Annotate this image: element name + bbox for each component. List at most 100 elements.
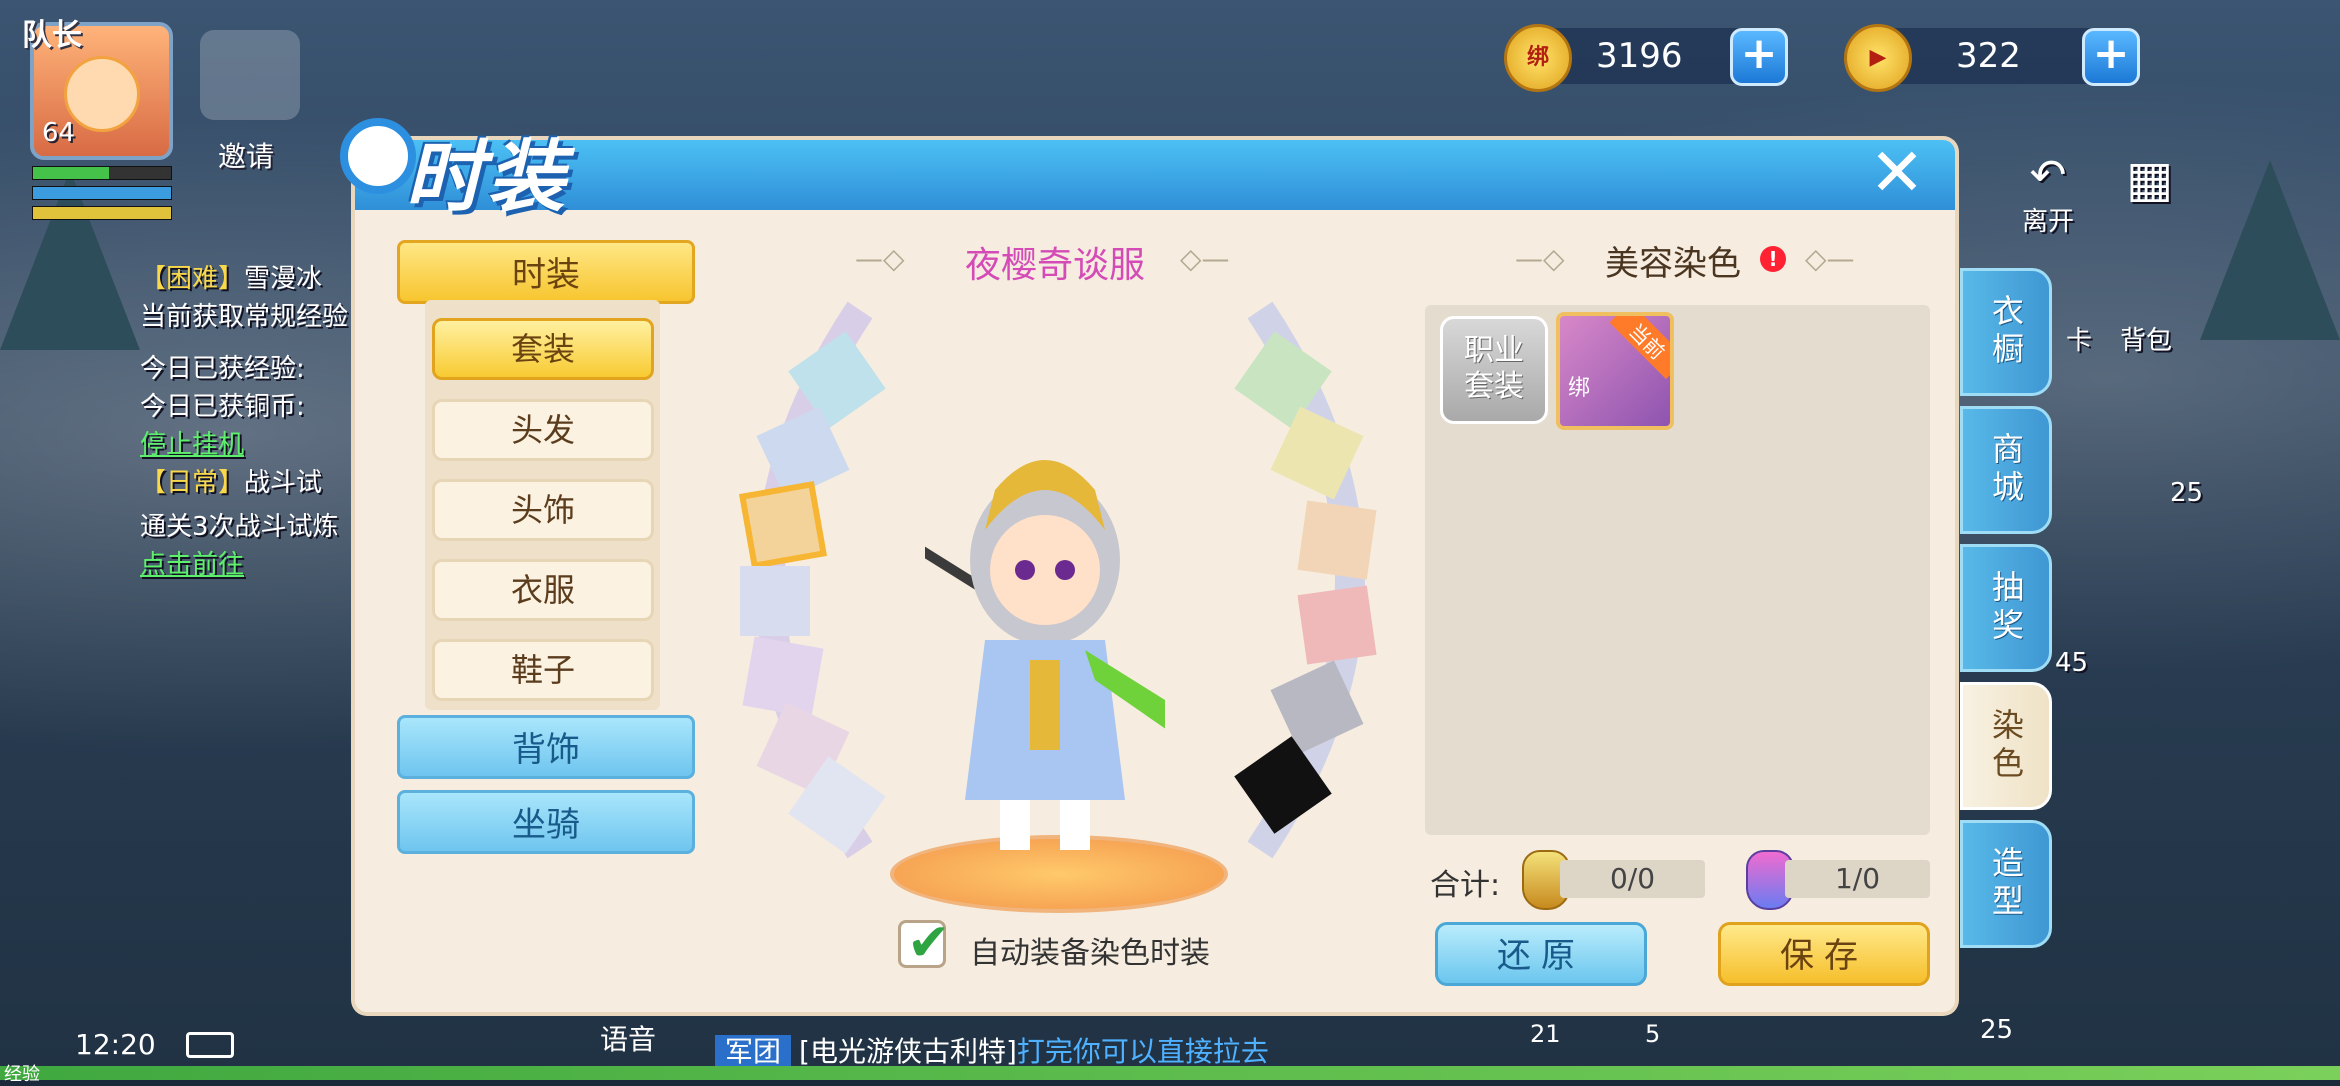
total-label: 合计: [1430, 868, 1501, 903]
bound-tag: 绑 [1568, 376, 1591, 401]
quest-name: 战斗试 [244, 468, 323, 498]
tab-label: 商城 [1987, 432, 2025, 508]
avatar-face [64, 56, 140, 132]
subitem-headwear[interactable]: 头饰 [432, 479, 654, 541]
mp-bar [32, 186, 172, 200]
quest-tag: 【困难】 [140, 264, 245, 294]
title-ornament-left: —◇ [855, 242, 905, 275]
alert-icon: ! [1760, 246, 1786, 272]
leave-button[interactable]: ↶ 离开 [2022, 150, 2074, 238]
subitem-hair[interactable]: 头发 [432, 399, 654, 461]
add-diamond-button[interactable]: + [2082, 28, 2140, 86]
category-back-accessory[interactable]: 背饰 [397, 715, 695, 779]
right-color-ring [1234, 301, 1377, 859]
class-suit-slot[interactable]: 职业 套装 [1440, 316, 1548, 424]
tab-label: 染色 [1987, 708, 2025, 784]
quest-line: 通关3次战斗试炼 [140, 512, 339, 542]
add-bound-button[interactable]: + [1730, 28, 1788, 86]
battery-icon [186, 1032, 234, 1058]
exp-label: 经验 [4, 1064, 40, 1085]
dye-title: 美容染色 [1605, 244, 1741, 284]
diamond-currency: ▶ 322 + [1844, 24, 2140, 92]
diamond-amount: 322 [1956, 36, 2021, 76]
undo-icon: ↶ [2029, 150, 2067, 201]
quest-line: 当前获取常规经验 [140, 302, 349, 332]
exp-bar [0, 1066, 2340, 1080]
hp-bar [32, 166, 172, 180]
auto-equip-option[interactable]: ✔ 自动装备染色时装 [898, 913, 1418, 973]
subitem-suit[interactable]: 套装 [432, 318, 654, 380]
title-ornament-right: ◇— [1180, 242, 1230, 275]
quest-tracker[interactable]: 【困难】雪漫冰 当前获取常规经验 今日已获经验: 今日已获铜币: 停止挂机 【日… [140, 260, 360, 584]
chat-text: 打完你可以直接拉去 [1016, 1035, 1269, 1068]
quest-name: 雪漫冰 [244, 264, 323, 294]
category-mount[interactable]: 坐骑 [397, 790, 695, 854]
title-ornament-right: ◇— [1805, 242, 1855, 275]
skill-count: 25 [1980, 1015, 2014, 1045]
auto-equip-checkbox[interactable]: ✔ [898, 913, 951, 973]
close-button[interactable]: ✕ [1862, 140, 1932, 210]
current-badge: 当前 [1609, 316, 1670, 380]
bag-label[interactable]: 背包 [2120, 320, 2172, 357]
goto-link[interactable]: 点击前往 [140, 546, 360, 584]
restore-button[interactable]: 还原 [1435, 922, 1647, 986]
save-button[interactable]: 保存 [1718, 922, 1930, 986]
quest-line: 今日已获铜币: [140, 392, 305, 422]
item-count: 5 [1645, 1020, 1661, 1048]
dye-count: 0/0 [1560, 860, 1705, 898]
voice-label[interactable]: 语音 [600, 1018, 656, 1058]
slot-label: 套装 [1464, 369, 1524, 404]
panel-header [355, 140, 1955, 210]
tab-label: 造型 [1987, 846, 2025, 922]
invite-label: 邀请 [218, 140, 275, 173]
check-icon: ✔ [907, 913, 951, 973]
color-swatch[interactable] [742, 636, 824, 718]
auto-equip-label: 自动装备染色时装 [970, 936, 1210, 971]
color-swatch-selected[interactable] [738, 480, 828, 570]
color-swatch[interactable] [1297, 585, 1377, 665]
tab-lottery[interactable]: 抽奖 [1960, 544, 2052, 672]
outfit-name: 夜樱奇谈服 [964, 245, 1145, 286]
title-ornament-left: —◇ [1515, 242, 1565, 275]
bound-currency: 绑 3196 + [1504, 24, 1788, 92]
chat-message[interactable]: 军团 [电光游侠古利特]打完你可以直接拉去 [715, 1030, 1269, 1070]
stop-idle-link[interactable]: 停止挂机 [140, 426, 360, 464]
tab-label: 抽奖 [1987, 570, 2025, 646]
subitem-clothes[interactable]: 衣服 [432, 559, 654, 621]
quest-tag: 【日常】 [140, 468, 245, 498]
chat-sender: [电光游侠古利特] [799, 1035, 1017, 1068]
tab-style[interactable]: 造型 [1960, 820, 2052, 948]
subitem-shoes[interactable]: 鞋子 [432, 639, 654, 701]
slot-label: 职业 [1464, 333, 1524, 368]
character-preview[interactable] [925, 420, 1165, 860]
grid-icon[interactable]: ▦ [2126, 150, 2173, 208]
tab-shop[interactable]: 商城 [1960, 406, 2052, 534]
color-swatch[interactable] [740, 566, 810, 636]
chat-channel: 军团 [715, 1035, 792, 1068]
current-outfit-slot[interactable]: 当前 绑 [1556, 312, 1674, 430]
bound-amount: 3196 [1596, 36, 1683, 76]
item-count: 21 [1530, 1020, 1561, 1048]
left-color-ring [738, 301, 886, 859]
captain-label: 队长 [22, 18, 82, 53]
category-fashion[interactable]: 时装 [397, 240, 695, 304]
energy-bar [32, 206, 172, 220]
status-bars [32, 166, 172, 226]
snow-tree [2200, 160, 2340, 340]
quest-line: 今日已获经验: [140, 354, 305, 384]
panel-title: 时装 [405, 133, 570, 223]
color-swatch[interactable] [1297, 500, 1377, 580]
invite-button[interactable] [200, 30, 300, 120]
tab-dye[interactable]: 染色 [1960, 682, 2052, 810]
tab-wardrobe[interactable]: 衣橱 [1960, 268, 2052, 396]
dye-count: 1/0 [1785, 860, 1930, 898]
skill-count: 45 [2055, 648, 2089, 678]
tab-label: 衣橱 [1987, 294, 2025, 370]
clock: 12:20 [75, 1028, 156, 1061]
bound-coin-icon: 绑 [1504, 24, 1572, 92]
diamond-coin-icon: ▶ [1844, 24, 1912, 92]
skill-count: 25 [2170, 478, 2204, 508]
leave-label: 离开 [2022, 207, 2075, 237]
card-label[interactable]: 卡 [2066, 320, 2092, 357]
player-level: 64 [42, 118, 76, 148]
